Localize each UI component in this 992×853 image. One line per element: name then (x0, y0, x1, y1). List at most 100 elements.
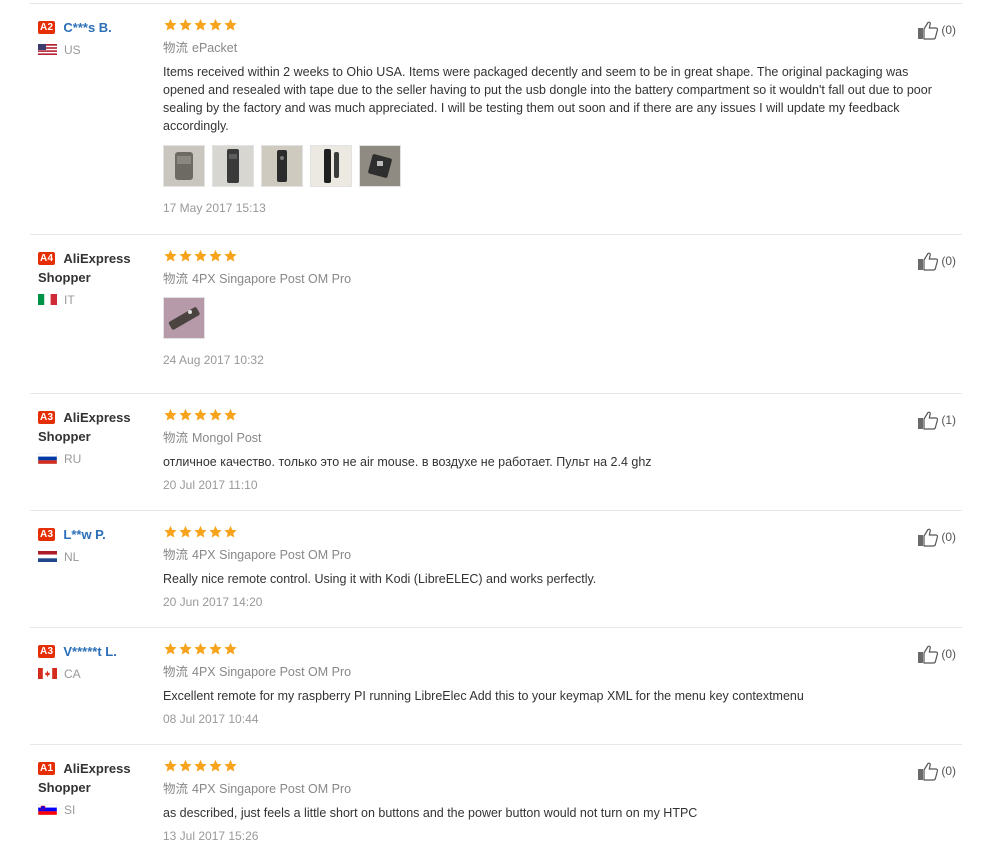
star-icon (163, 16, 178, 33)
helpful-vote[interactable]: (0) (917, 761, 956, 781)
helpful-vote[interactable]: (1) (917, 410, 956, 430)
buyer-info: A4 AliExpress Shopper IT (38, 249, 158, 307)
logistics-label: 物流 (163, 665, 189, 679)
review-photo-thumbnail[interactable] (163, 145, 205, 187)
thumbs-up-icon[interactable] (917, 252, 941, 271)
star-icon (193, 247, 208, 264)
buyer-name-link[interactable]: C***s B. (63, 20, 111, 35)
star-icon (178, 640, 193, 657)
star-icon (223, 757, 238, 774)
star-icon (223, 406, 238, 423)
star-icon (193, 523, 208, 540)
star-rating (163, 249, 953, 263)
review-photo-thumbnail[interactable] (261, 145, 303, 187)
star-rating (163, 642, 953, 656)
logistics-label: 物流 (163, 782, 189, 796)
logistics-info: 物流 4PX Singapore Post OM Pro (163, 547, 953, 563)
logistics-method: 4PX Singapore Post OM Pro (192, 272, 352, 286)
logistics-method: 4PX Singapore Post OM Pro (192, 782, 352, 796)
buyer-country: CA (64, 667, 81, 681)
buyer-level-badge: A3 (38, 645, 56, 658)
buyer-info: A3 L**w P. NL (38, 525, 158, 564)
logistics-label: 物流 (163, 548, 189, 562)
review-photo-thumbnail[interactable] (310, 145, 352, 187)
review-item: A3 L**w P. NL 物流 4PX Singapore Post OM Pro… (30, 511, 962, 628)
star-icon (223, 640, 238, 657)
buyer-name-link[interactable]: L**w P. (63, 527, 105, 542)
feedback-list: A2 C***s B. US 物流 ePacket Items received w… (0, 0, 992, 853)
star-icon (223, 16, 238, 33)
star-icon (208, 523, 223, 540)
helpful-vote[interactable]: (0) (917, 527, 956, 547)
helpful-count: (0) (941, 23, 956, 37)
review-text: Really nice remote control. Using it wit… (163, 572, 597, 586)
star-icon (208, 640, 223, 657)
buyer-country: IT (64, 293, 75, 307)
review-photo-thumbnail[interactable] (212, 145, 254, 187)
logistics-method: ePacket (192, 41, 238, 55)
star-icon (223, 523, 238, 540)
flag-si-icon (38, 804, 57, 815)
star-rating (163, 759, 953, 773)
star-rating (163, 408, 953, 422)
review-date: 13 Jul 2017 15:26 (163, 829, 259, 843)
star-icon (163, 523, 178, 540)
flag-it-icon (38, 294, 57, 305)
helpful-count: (0) (941, 254, 956, 268)
review-item: A4 AliExpress Shopper IT 物流 4PX Singapore … (30, 235, 962, 394)
review-photo-thumbnail[interactable] (163, 297, 205, 339)
review-photo-thumbnail[interactable] (359, 145, 401, 187)
review-text: Excellent remote for my raspberry PI run… (163, 689, 804, 703)
buyer-info: A2 C***s B. US (38, 18, 158, 57)
review-item: A3 AliExpress Shopper RU 物流 Mongol Post от… (30, 394, 962, 511)
logistics-label: 物流 (163, 41, 189, 55)
review-date: 17 May 2017 15:13 (163, 201, 266, 215)
thumbs-up-icon[interactable] (917, 645, 941, 664)
buyer-info: A1 AliExpress Shopper SI (38, 759, 158, 817)
logistics-info: 物流 4PX Singapore Post OM Pro (163, 781, 953, 797)
star-icon (178, 247, 193, 264)
thumbs-up-icon[interactable] (917, 762, 941, 781)
flag-ca-icon (38, 668, 57, 679)
review-item: A1 AliExpress Shopper SI 物流 4PX Singapore … (30, 745, 962, 853)
star-icon (163, 757, 178, 774)
logistics-label: 物流 (163, 431, 189, 445)
buyer-country: RU (64, 452, 82, 466)
buyer-level-badge: A3 (38, 411, 56, 424)
star-icon (193, 640, 208, 657)
review-date: 24 Aug 2017 10:32 (163, 353, 264, 367)
buyer-country: US (64, 43, 81, 57)
star-icon (163, 640, 178, 657)
star-icon (163, 406, 178, 423)
review-date: 20 Jul 2017 11:10 (163, 478, 258, 492)
star-icon (178, 523, 193, 540)
thumbs-up-icon[interactable] (917, 21, 941, 40)
review-date: 08 Jul 2017 10:44 (163, 712, 259, 726)
logistics-method: Mongol Post (192, 431, 262, 445)
flag-ru-icon (38, 453, 57, 464)
helpful-count: (1) (941, 413, 956, 427)
buyer-level-badge: A4 (38, 252, 56, 265)
buyer-name-link[interactable]: V*****t L. (63, 644, 116, 659)
logistics-label: 物流 (163, 272, 189, 286)
helpful-count: (0) (941, 647, 956, 661)
helpful-vote[interactable]: (0) (917, 644, 956, 664)
review-photos (163, 297, 953, 339)
helpful-count: (0) (941, 764, 956, 778)
review-text: отличное качество. только это не air mou… (163, 455, 652, 469)
helpful-vote[interactable]: (0) (917, 251, 956, 271)
star-icon (193, 757, 208, 774)
star-icon (208, 406, 223, 423)
star-icon (193, 16, 208, 33)
helpful-vote[interactable]: (0) (917, 20, 956, 40)
buyer-info: A3 V*****t L. CA (38, 642, 158, 681)
logistics-info: 物流 4PX Singapore Post OM Pro (163, 664, 953, 680)
buyer-level-badge: A2 (38, 21, 56, 34)
flag-nl-icon (38, 551, 57, 562)
thumbs-up-icon[interactable] (917, 528, 941, 547)
star-icon (178, 406, 193, 423)
thumbs-up-icon[interactable] (917, 411, 941, 430)
buyer-country: NL (64, 550, 80, 564)
buyer-country: SI (64, 803, 76, 817)
buyer-level-badge: A1 (38, 762, 56, 775)
